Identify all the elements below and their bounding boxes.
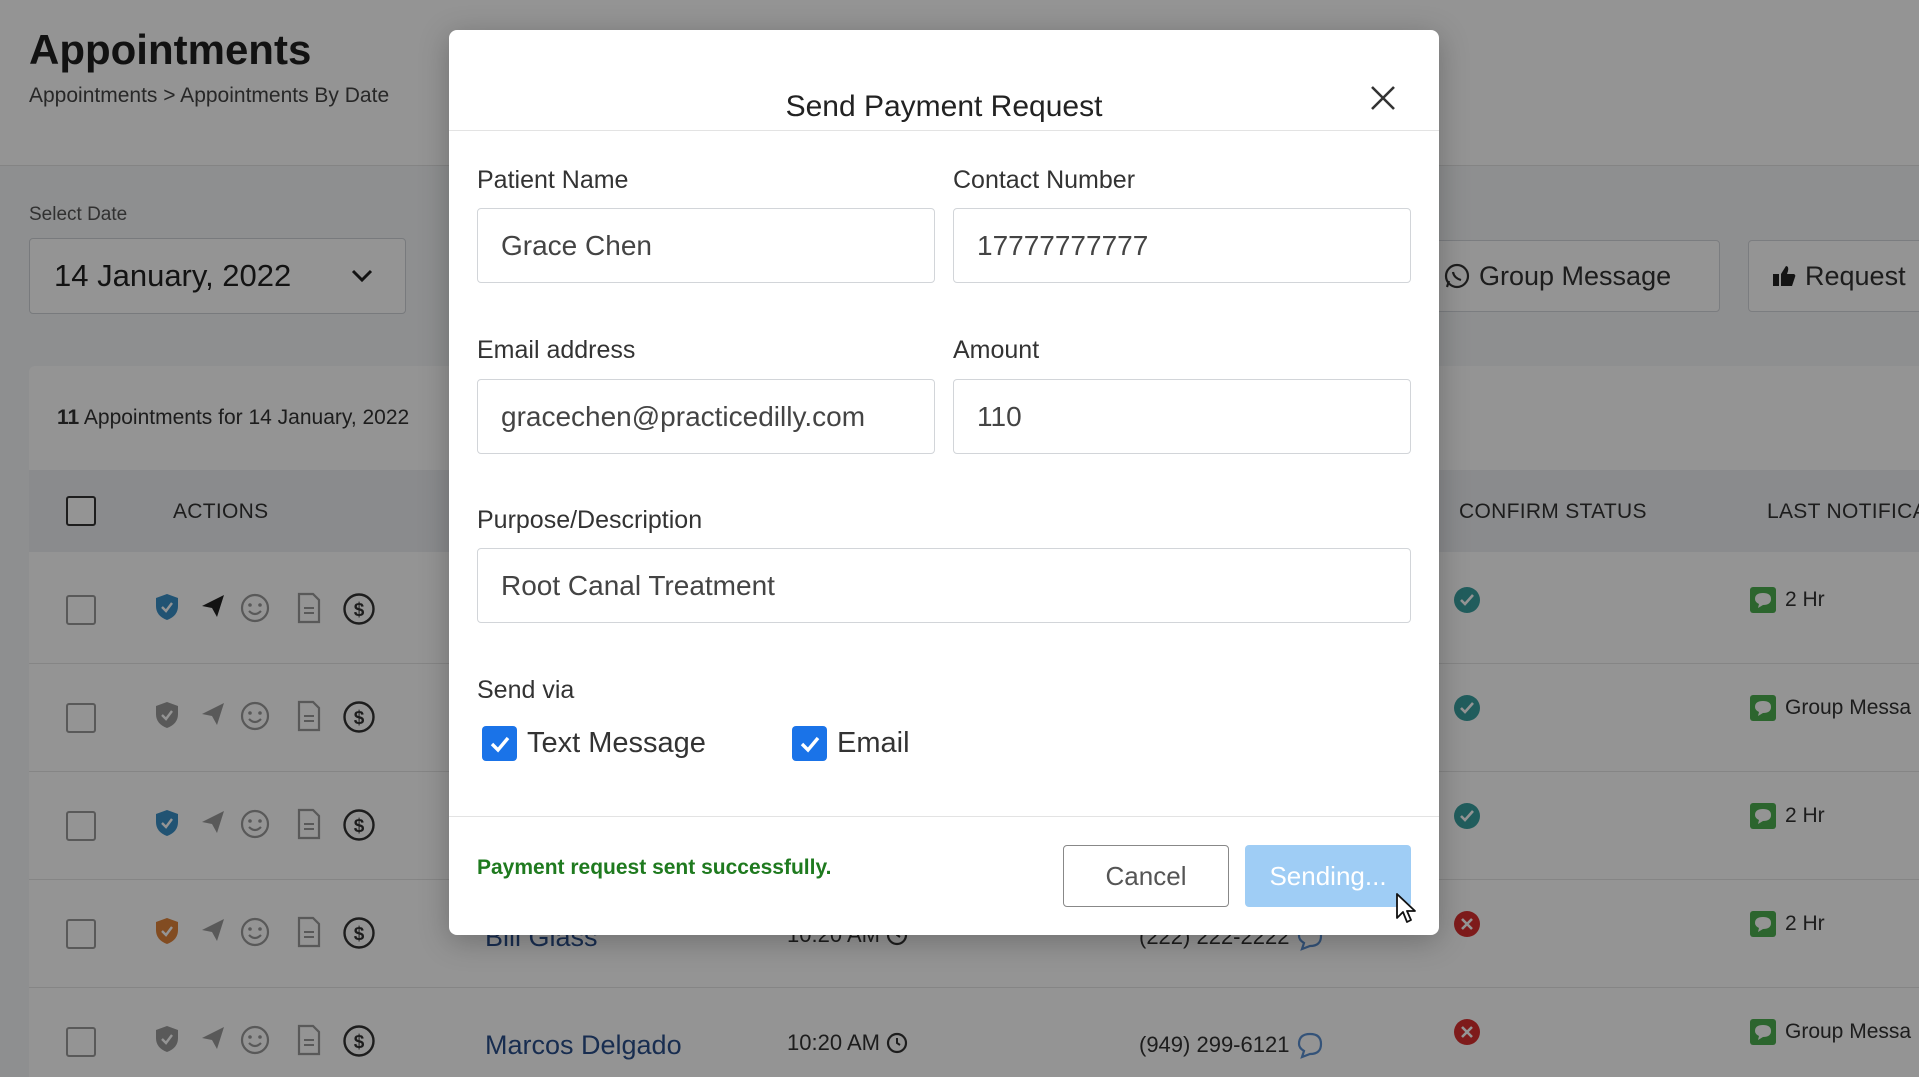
amount-label: Amount <box>953 336 1040 364</box>
purpose-description-field[interactable] <box>477 548 1411 623</box>
patient-name-label: Patient Name <box>477 166 629 194</box>
send-via-label: Send via <box>477 676 575 704</box>
checkmark-icon <box>482 726 517 761</box>
patient-name-field[interactable] <box>477 208 935 283</box>
email-address-label: Email address <box>477 336 636 364</box>
text-message-checkbox[interactable]: Text Message <box>482 726 706 761</box>
send-payment-request-modal: Send Payment Request Patient Name Contac… <box>449 30 1439 935</box>
purpose-description-label: Purpose/Description <box>477 506 703 534</box>
cancel-button[interactable]: Cancel <box>1063 845 1229 907</box>
mouse-cursor-icon <box>1396 893 1416 923</box>
close-icon[interactable] <box>1363 78 1403 118</box>
email-option-label: Email <box>837 727 910 759</box>
success-message: Payment request sent successfully. <box>477 856 832 879</box>
checkmark-icon <box>792 726 827 761</box>
modal-title: Send Payment Request <box>785 90 1103 123</box>
modal-footer-divider <box>449 816 1439 817</box>
contact-number-field[interactable] <box>953 208 1411 283</box>
send-button[interactable]: Sending... <box>1245 845 1411 907</box>
email-checkbox[interactable]: Email <box>792 726 910 761</box>
email-address-field[interactable] <box>477 379 935 454</box>
contact-number-label: Contact Number <box>953 166 1136 194</box>
amount-field[interactable] <box>953 379 1411 454</box>
modal-header-divider <box>449 130 1439 131</box>
text-message-label: Text Message <box>527 727 706 759</box>
